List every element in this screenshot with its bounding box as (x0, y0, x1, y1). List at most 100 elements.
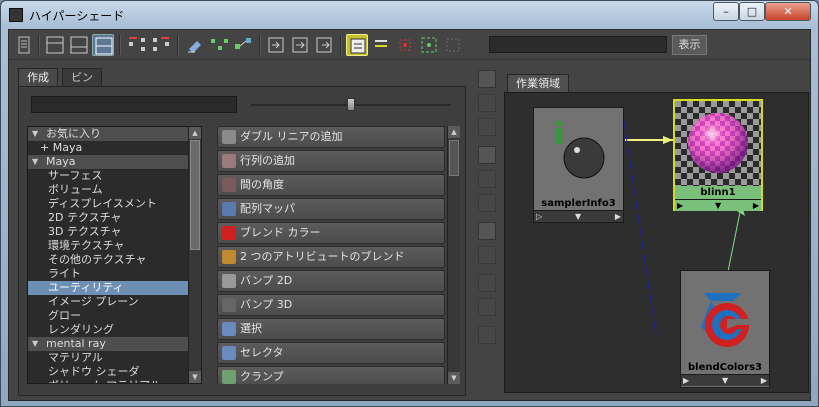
output-port-icon[interactable]: ▶ (753, 200, 759, 211)
attribute-list-icon[interactable] (370, 34, 392, 56)
graph-materials-icon[interactable] (232, 34, 254, 56)
tree-item[interactable]: レンダリング (28, 323, 201, 337)
search-field[interactable] (489, 36, 667, 53)
tree-item[interactable]: ディスプレイスメント (28, 197, 201, 211)
frame-all-icon[interactable] (442, 34, 464, 56)
tear-off-icon[interactable] (13, 34, 35, 56)
tree-group-header[interactable]: ▼ お気に入り (28, 127, 201, 141)
tree-item[interactable]: シャドウ シェーダ (28, 365, 201, 379)
create-node-button[interactable]: ダブル リニアの追加 (217, 126, 445, 148)
tree-item[interactable]: マテリアル (28, 351, 201, 365)
side-tool-8-icon[interactable] (478, 246, 496, 264)
close-button[interactable]: ✕ (765, 2, 811, 21)
node-sampler-info[interactable]: i samplerInfo3 ▷ ▼ ▶ (533, 107, 624, 223)
side-tool-4-icon[interactable] (478, 146, 496, 164)
frame-selection-icon[interactable] (418, 34, 440, 56)
input-port-icon[interactable]: ▶ (677, 200, 683, 211)
tab-create[interactable]: 作成 (18, 68, 58, 86)
output-port-icon[interactable]: ▶ (761, 375, 767, 386)
create-node-button[interactable]: ブレンド カラー (217, 222, 445, 244)
tree-item[interactable]: その他のテクスチャ (28, 253, 201, 267)
tree-group-header[interactable]: ▼ Maya (28, 155, 201, 169)
tree-item[interactable]: イメージ プレーン (28, 295, 201, 309)
node-port-bar[interactable]: ▶ ▼ ▶ (675, 199, 761, 211)
scroll-thumb[interactable] (449, 140, 459, 176)
scroll-thumb[interactable] (190, 140, 200, 250)
side-tool-10-icon[interactable] (478, 298, 496, 316)
clear-graph-icon[interactable] (184, 34, 206, 56)
input-connections-icon[interactable] (265, 34, 287, 56)
show-attributes-icon[interactable] (346, 34, 368, 56)
input-output-connections-icon[interactable] (289, 34, 311, 56)
tree-item[interactable]: 2D テクスチャ (28, 211, 201, 225)
expand-icon[interactable]: ▼ (722, 375, 728, 386)
side-tool-6-icon[interactable] (478, 194, 496, 212)
graph-downstream-icon[interactable] (150, 34, 172, 56)
output-connections-icon[interactable] (313, 34, 335, 56)
create-node-button[interactable]: バンプ 3D (217, 294, 445, 316)
side-tool-3-icon[interactable] (478, 118, 496, 136)
side-tool-2-icon[interactable] (478, 94, 496, 112)
select-connected-icon[interactable] (394, 34, 416, 56)
tab-work-area[interactable]: 作業領域 (507, 74, 569, 93)
create-node-button[interactable]: 2 つのアトリビュートのブレンド (217, 246, 445, 268)
expand-arrow-icon[interactable]: ▼ (32, 337, 38, 351)
icon-size-slider[interactable] (251, 98, 451, 111)
tree-item[interactable]: + Maya (28, 141, 201, 155)
work-area-canvas[interactable]: i samplerInfo3 ▷ ▼ ▶ blinn1 ▶ ▼ ▶ blendC… (504, 92, 809, 393)
scroll-up-icon[interactable]: ▲ (189, 127, 201, 139)
node-blinn[interactable]: blinn1 ▶ ▼ ▶ (673, 99, 763, 211)
tree-scrollbar[interactable]: ▲ ▼ (188, 127, 201, 383)
side-tool-5-icon[interactable] (478, 170, 496, 188)
create-filter-input[interactable] (31, 96, 237, 113)
title-bar[interactable]: ハイパーシェード – □ ✕ (1, 1, 818, 29)
create-node-button[interactable]: 間の角度 (217, 174, 445, 196)
scroll-down-icon[interactable]: ▼ (448, 372, 460, 384)
tree-group-header[interactable]: ▼ mental ray (28, 337, 201, 351)
tree-item[interactable]: 3D テクスチャ (28, 225, 201, 239)
layout-bottom-icon[interactable] (68, 34, 90, 56)
show-button[interactable]: 表示 (672, 35, 707, 55)
graph-upstream-icon[interactable] (126, 34, 148, 56)
side-tool-11-icon[interactable] (478, 326, 496, 344)
create-node-button[interactable]: セレクタ (217, 342, 445, 364)
tree-item[interactable]: ボリューム (28, 183, 201, 197)
create-node-button[interactable]: バンプ 2D (217, 270, 445, 292)
tree-item[interactable]: 環境テクスチャ (28, 239, 201, 253)
create-node-button[interactable]: 行列の追加 (217, 150, 445, 172)
expand-icon[interactable]: ▼ (575, 211, 581, 222)
tree-item[interactable]: グロー (28, 309, 201, 323)
side-tool-9-icon[interactable] (478, 274, 496, 292)
connection-sampler-blend[interactable] (622, 114, 657, 336)
create-node-button[interactable]: クランプ (217, 366, 445, 384)
blend-colors-icon (222, 226, 236, 240)
tab-bins[interactable]: ビン (62, 68, 102, 86)
tree-item[interactable]: ユーティリティ (28, 281, 201, 295)
side-tool-1-icon[interactable] (478, 70, 496, 88)
input-port-icon[interactable]: ▶ (683, 375, 689, 386)
node-list-scrollbar[interactable]: ▲ ▼ (447, 126, 460, 384)
create-node-button[interactable]: 配列マッパ (217, 198, 445, 220)
node-port-bar[interactable]: ▶ ▼ ▶ (681, 374, 769, 386)
maximize-button[interactable]: □ (739, 2, 765, 21)
slider-thumb[interactable] (347, 98, 355, 111)
layout-split-icon[interactable] (92, 34, 114, 56)
tree-item[interactable]: ボリューム マテリアル (28, 379, 201, 383)
node-port-bar[interactable]: ▷ ▼ ▶ (534, 210, 623, 222)
bump-2d-icon (222, 274, 236, 288)
side-tool-7-icon[interactable] (478, 222, 496, 240)
create-node-button[interactable]: 選択 (217, 318, 445, 340)
layout-top-icon[interactable] (44, 34, 66, 56)
minimize-button[interactable]: – (713, 2, 739, 21)
scroll-down-icon[interactable]: ▼ (189, 371, 201, 383)
tree-item[interactable]: サーフェス (28, 169, 201, 183)
expand-icon[interactable]: ▼ (715, 200, 721, 211)
rearrange-graph-icon[interactable] (208, 34, 230, 56)
node-blend-colors[interactable]: blendColors3 ▶ ▼ ▶ (680, 270, 770, 388)
output-port-icon[interactable]: ▶ (615, 211, 621, 222)
tree-item[interactable]: ライト (28, 267, 201, 281)
input-port-icon[interactable]: ▷ (536, 211, 542, 222)
expand-arrow-icon[interactable]: ▼ (32, 155, 38, 169)
expand-arrow-icon[interactable]: ▼ (32, 127, 38, 141)
scroll-up-icon[interactable]: ▲ (448, 126, 460, 138)
